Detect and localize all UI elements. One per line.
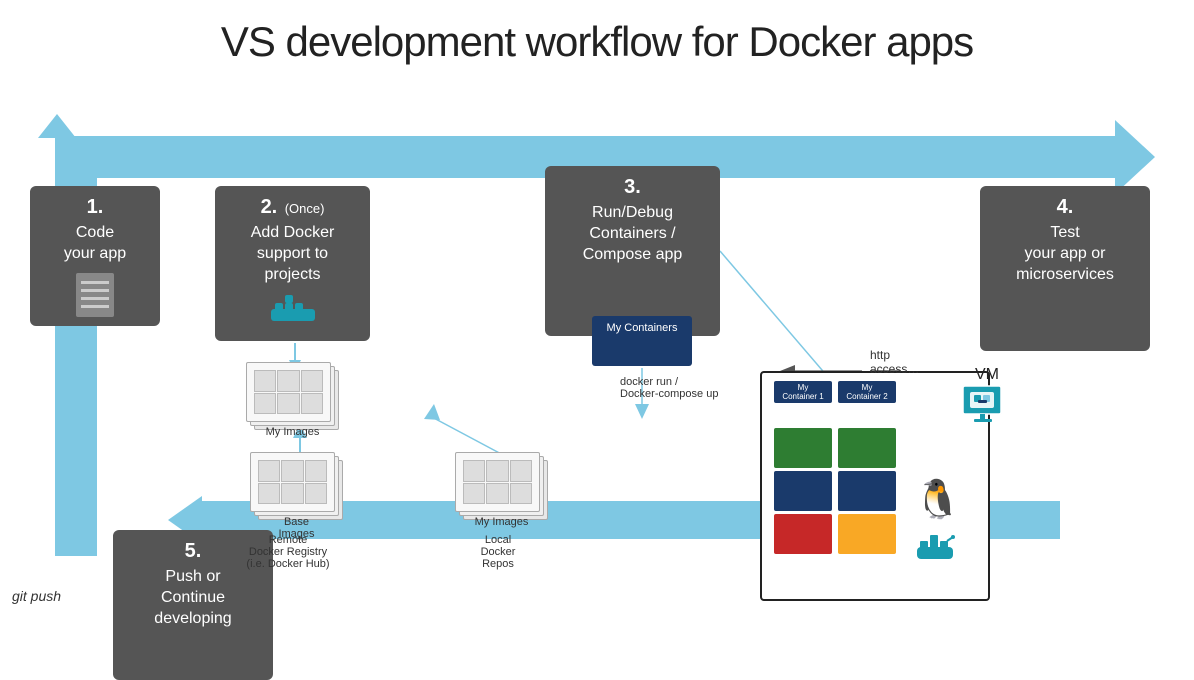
step1-box: 1. Codeyour app	[30, 186, 160, 326]
step1-label: Codeyour app	[38, 223, 152, 265]
local-repos-label: LocalDockerRepos	[438, 534, 558, 570]
step3-number: 3.	[553, 176, 712, 199]
step3-box: 3. Run/DebugContainers /Compose app	[545, 166, 720, 336]
myimages-local-label: My Images	[455, 516, 548, 528]
step4-label: Testyour app ormicroservices	[988, 223, 1142, 285]
container2-label: MyContainer 2	[838, 381, 896, 403]
my-containers-label: My Containers	[596, 322, 688, 334]
myimages-step2-label: My Images	[246, 426, 339, 438]
step5-label: Push orContinuedeveloping	[121, 567, 265, 629]
step2-box: 2. (Once) Add Dockersupport toprojects	[215, 186, 370, 341]
registry-label: RemoteDocker Registry(i.e. Docker Hub)	[218, 534, 358, 570]
container1-label: MyContainer 1	[774, 381, 832, 403]
vm-box: MyContainer 1 MyContainer 2 🐧	[760, 371, 990, 601]
page-wrapper: VS development workflow for Docker apps	[0, 0, 1194, 666]
diagram-area: 1. Codeyour app 2. (Once) Add Dockersupp…	[0, 76, 1194, 666]
git-push-label: git push	[12, 588, 61, 604]
docker-icon-vm	[917, 533, 957, 568]
step2-header: 2. (Once)	[223, 196, 362, 219]
http-access-label: httpaccess…	[870, 348, 919, 376]
step1-number: 1.	[38, 196, 152, 219]
linux-icon: 🐧	[914, 478, 961, 522]
step2-label: Add Dockersupport toprojects	[223, 223, 362, 285]
page-title: VS development workflow for Docker apps	[0, 0, 1194, 76]
step4-number: 4.	[988, 196, 1142, 219]
vm-icon	[958, 381, 1008, 436]
step3-label: Run/DebugContainers /Compose app	[553, 203, 712, 265]
docker-run-label: docker run /Docker-compose up	[620, 376, 718, 400]
my-containers-box: My Containers	[592, 316, 692, 366]
step4-box: 4. Testyour app ormicroservices	[980, 186, 1150, 351]
